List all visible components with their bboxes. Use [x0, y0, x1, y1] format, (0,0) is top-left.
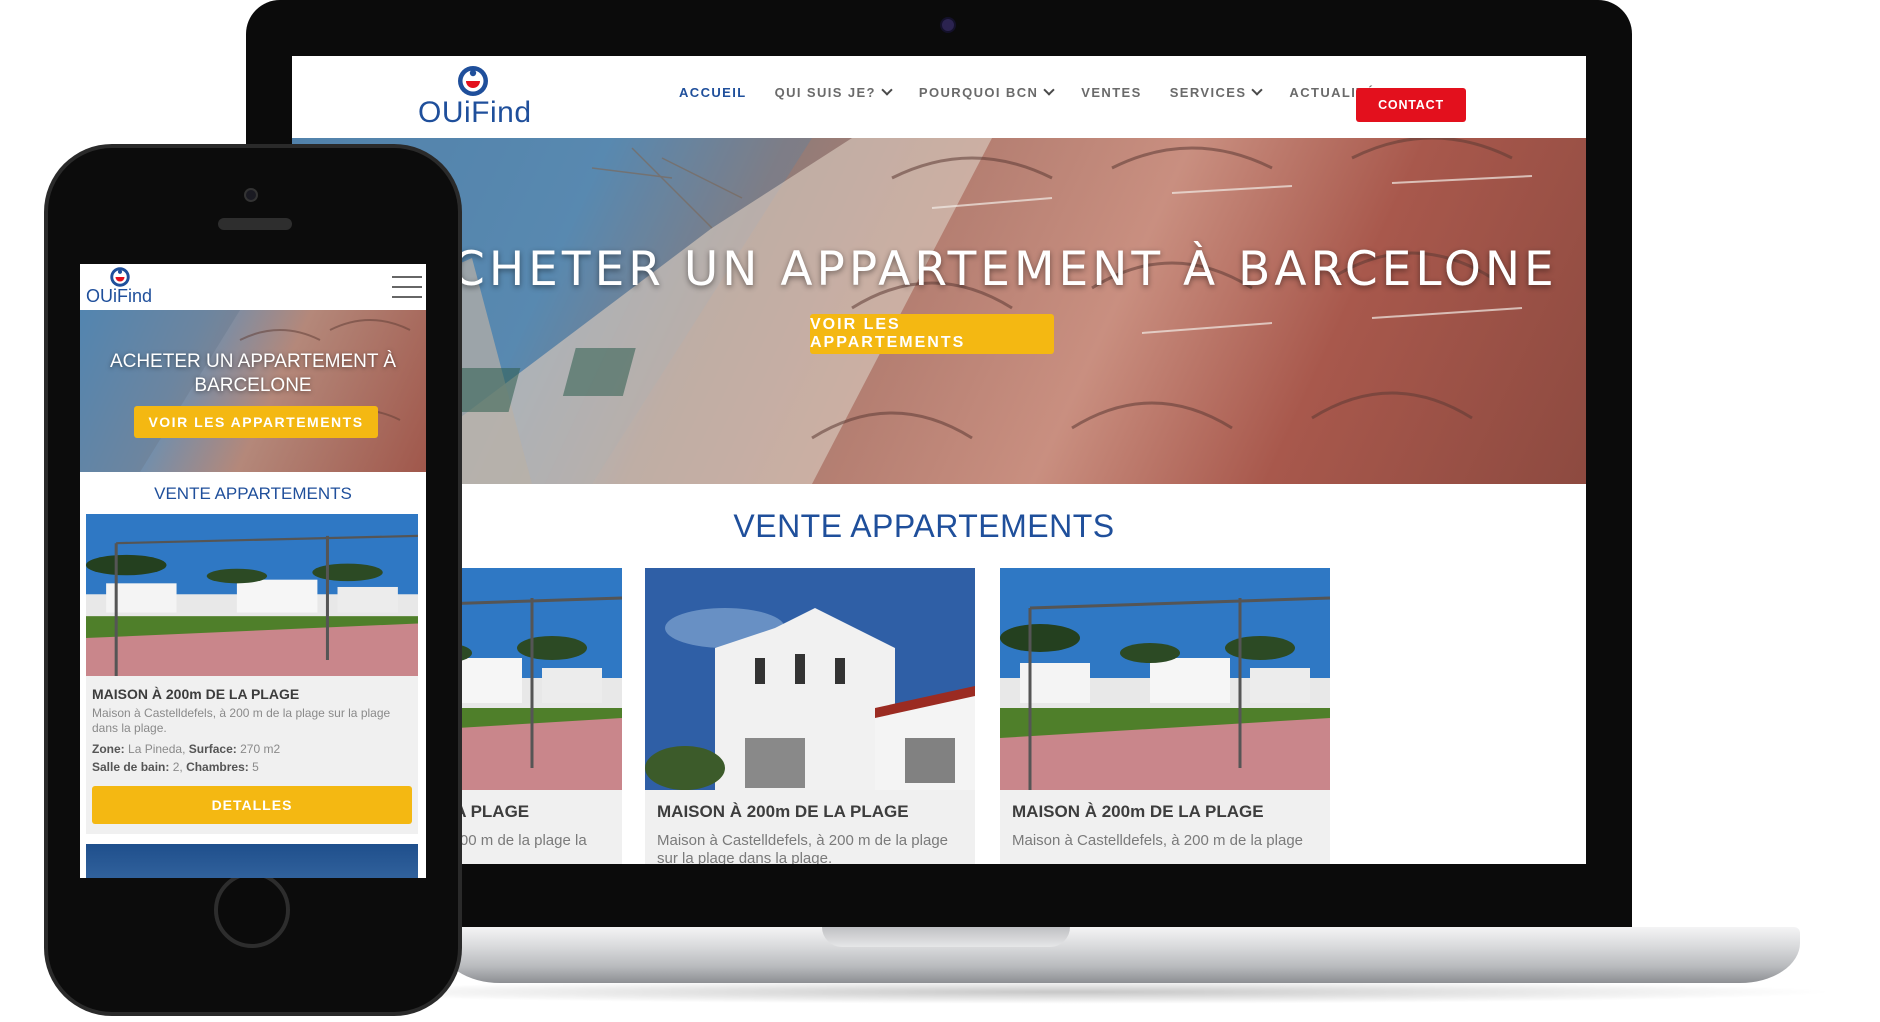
- nav-qui-suis-je[interactable]: QUI SUIS JE?: [774, 84, 893, 100]
- chevron-down-icon: [1251, 84, 1264, 96]
- hero-banner: CHETER UN APPARTEMENT À BARCELONE VOIR L…: [292, 138, 1586, 484]
- mobile-property-card[interactable]: MAISON À 200m DE LA PLAGE Maison à Caste…: [86, 514, 418, 834]
- logo-text: OUiFind: [418, 96, 532, 129]
- laptop-shadow: [300, 980, 1840, 1004]
- nav-label: POURQUOI BCN: [918, 85, 1039, 100]
- next-property-card-photo[interactable]: [86, 844, 418, 878]
- card-description: Maison à Castelldefels, à 200 m de la pl…: [1012, 832, 1304, 849]
- chevron-down-icon: [881, 84, 893, 96]
- nav-label: VENTES: [1081, 85, 1142, 100]
- beach-house-photo: [1000, 568, 1330, 790]
- card-title: MAISON À 200m DE LA PLAGE: [657, 802, 909, 821]
- rooms-label: Chambres:: [186, 760, 249, 774]
- white-villa-photo: [645, 568, 975, 790]
- beach-house-photo: [86, 514, 418, 676]
- hamburger-menu-icon[interactable]: [392, 276, 422, 300]
- mobile-header: OUiFind: [80, 264, 426, 310]
- laptop-camera: [940, 17, 956, 33]
- card-title: MAISON À 200m DE LA PLAGE: [92, 686, 300, 702]
- surface-value: 270 m2: [240, 742, 281, 756]
- mobile-hero-title: ACHETER UN APPARTEMENT À BARCELONE: [109, 351, 397, 396]
- hero-title: CHETER UN APPARTEMENT À BARCELONE: [452, 242, 1558, 297]
- phone-home-button: [214, 872, 290, 948]
- site-logo[interactable]: OUiFind: [418, 62, 531, 134]
- card-meta: Zone: La Pineda, Surface: 270 m2 Salle d…: [92, 740, 280, 776]
- card-meta-line-2: Salle de bain: 2, Chambres: 5: [92, 758, 280, 776]
- zone-label: Zone:: [92, 742, 125, 756]
- property-card[interactable]: MAISON À 200m DE LA PLAGE Maison à Caste…: [1000, 568, 1330, 864]
- nav-label: ACCUEIL: [679, 85, 747, 100]
- mobile-hero-banner: ACHETER UN APPARTEMENT À BARCELONE VOIR …: [80, 310, 426, 472]
- mobile-screen: OUiFind ACHETER UN APPARTEMENT À BARCELO…: [80, 264, 426, 878]
- zone-value: La Pineda,: [128, 742, 186, 756]
- nav-services[interactable]: SERVICES: [1169, 84, 1264, 100]
- detalles-button[interactable]: DETALLES: [92, 786, 412, 824]
- nav-label: QUI SUIS JE?: [774, 85, 876, 100]
- nav-accueil[interactable]: ACCUEIL: [679, 85, 747, 100]
- nav-pourquoi-bcn[interactable]: POURQUOI BCN: [918, 84, 1055, 100]
- laptop-notch: [822, 927, 1070, 947]
- site-header: OUiFind ACCUEIL QUI SUIS JE? POURQUOI BC…: [292, 56, 1586, 138]
- card-title: MAISON À 200m DE LA PLAGE: [1012, 802, 1264, 821]
- section-title: VENTE APPARTEMENTS: [733, 508, 1115, 544]
- mobile-section-title: VENTE APPARTEMENTS: [154, 484, 352, 503]
- logo-mark-icon: [458, 66, 488, 96]
- rooms-value: 5: [252, 760, 259, 774]
- nav-label: SERVICES: [1169, 85, 1247, 100]
- voir-appartements-button[interactable]: VOIR LES APPARTEMENTS: [810, 314, 1054, 354]
- phone-camera: [244, 188, 258, 202]
- property-card[interactable]: MAISON À 200m DE LA PLAGE Maison à Caste…: [645, 568, 975, 864]
- logo-mark-icon: [110, 267, 130, 287]
- bath-value: 2,: [172, 760, 183, 774]
- chevron-down-icon: [1043, 84, 1055, 96]
- card-description: Maison à Castelldefels, à 200 m de la pl…: [657, 832, 949, 864]
- desktop-screen: OUiFind ACCUEIL QUI SUIS JE? POURQUOI BC…: [292, 56, 1586, 864]
- contact-button[interactable]: CONTACT: [1356, 88, 1466, 122]
- mobile-voir-appartements-button[interactable]: VOIR LES APPARTEMENTS: [134, 406, 378, 438]
- card-description: Maison à Castelldefels, à 200 m de la pl…: [92, 706, 391, 735]
- logo-text: OUiFind: [86, 286, 153, 306]
- bath-label: Salle de bain:: [92, 760, 170, 774]
- phone-speaker: [218, 218, 292, 230]
- laptop-base: [440, 927, 1800, 983]
- card-meta-line-1: Zone: La Pineda, Surface: 270 m2: [92, 740, 280, 758]
- building-facade-image: [292, 138, 1533, 484]
- main-nav: ACCUEIL QUI SUIS JE? POURQUOI BCN VENTES…: [679, 84, 1414, 100]
- nav-ventes[interactable]: VENTES: [1081, 85, 1141, 100]
- surface-label: Surface:: [188, 742, 237, 756]
